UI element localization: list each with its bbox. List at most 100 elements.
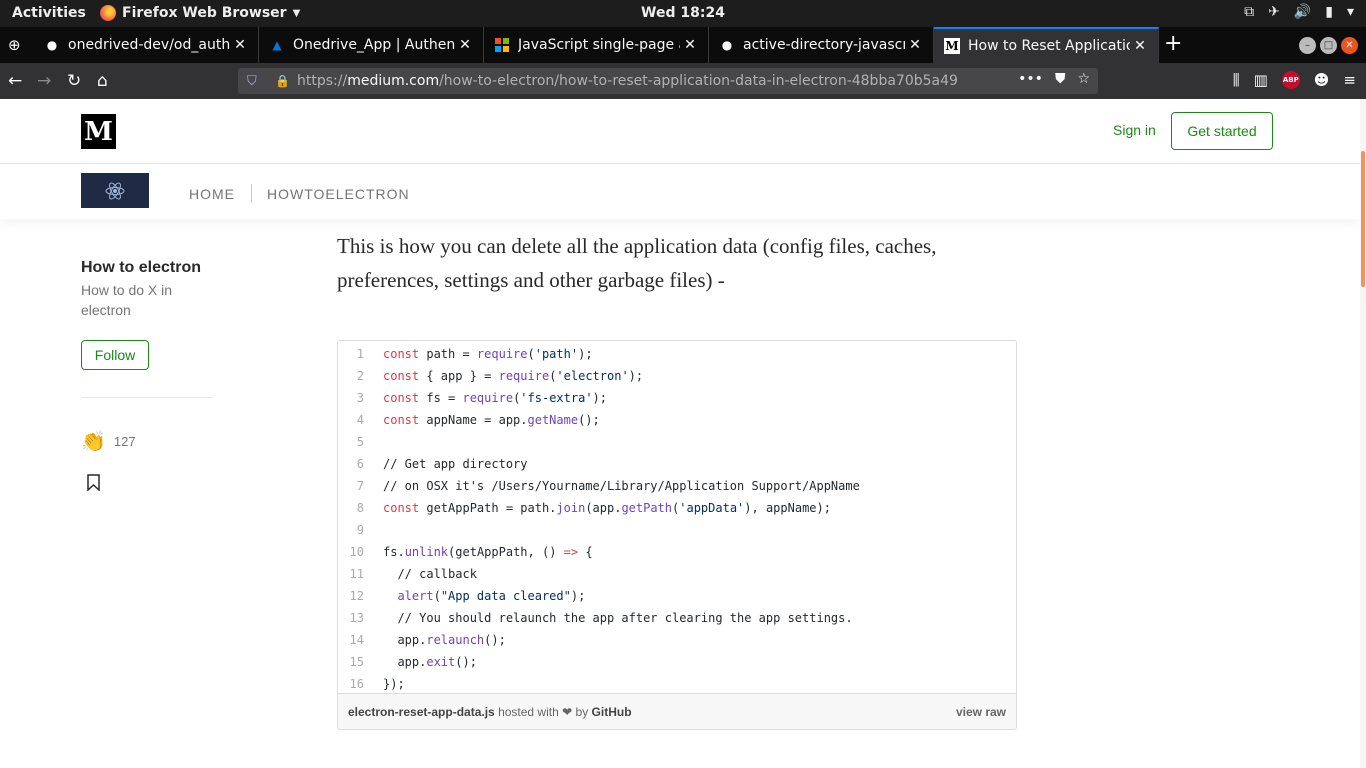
medium-header: M Sign in Get started — [0, 99, 1360, 164]
extension-avatar-icon[interactable]: ☻ — [1314, 71, 1330, 89]
firefox-icon — [100, 5, 116, 21]
follow-button[interactable]: Follow — [81, 340, 149, 370]
microsoft-icon — [494, 37, 510, 53]
code-line: 5 — [356, 435, 364, 449]
power-menu-icon[interactable]: ▾ — [1347, 4, 1354, 20]
system-tray[interactable]: ⧉ ✈ 🔊 ▮ ▾ — [1244, 4, 1354, 20]
url-bar[interactable]: ⛉ 🔒 https://medium.com/how-to-electron/h… — [238, 68, 1098, 94]
reload-button[interactable]: ↻ — [67, 71, 81, 91]
nav-divider — [251, 184, 252, 203]
close-icon[interactable]: ✕ — [455, 37, 475, 53]
sidebar-icon[interactable]: ▥ — [1254, 71, 1268, 89]
gist-by-text: by — [575, 704, 589, 719]
code-line: 4 const appName = app.getName(); — [356, 413, 600, 427]
github-link[interactable]: GitHub — [592, 705, 632, 719]
minimize-button[interactable]: – — [1299, 37, 1316, 54]
azure-icon: ▲ — [272, 38, 282, 52]
nav-howtoelectron[interactable]: HOWTOELECTRON — [267, 186, 410, 202]
get-started-button[interactable]: Get started — [1171, 112, 1273, 150]
tab-how-to-reset[interactable]: M How to Reset Application ✕ — [934, 27, 1159, 63]
gist-footer: electron-reset-app-data.js hosted with ❤… — [338, 693, 1016, 729]
code-line: 9 — [356, 523, 364, 537]
page-scrollbar[interactable] — [1360, 99, 1366, 768]
lock-icon[interactable]: 🔒 — [275, 74, 290, 88]
library-icon[interactable]: ⫼ — [1233, 71, 1240, 89]
page-actions-icon[interactable]: ••• — [1018, 71, 1043, 87]
bookmark-icon[interactable] — [87, 474, 100, 492]
close-window-button[interactable]: ✕ — [1341, 37, 1358, 54]
article-sidebar: How to electron How to do X in electron … — [81, 259, 212, 496]
tab-js-single-page[interactable]: JavaScript single-page ap ✕ — [484, 27, 709, 63]
close-icon[interactable]: ✕ — [680, 37, 700, 53]
scrollbar-thumb[interactable] — [1361, 151, 1365, 287]
pocket-icon[interactable]: ⛊ — [1055, 71, 1066, 87]
url-text[interactable]: https://medium.com/how-to-electron/how-t… — [297, 73, 958, 89]
bookmark-star-icon[interactable]: ☆ — [1077, 71, 1090, 87]
hamburger-menu-icon[interactable]: ≡ — [1343, 71, 1356, 89]
tab-title: JavaScript single-page ap — [518, 37, 680, 53]
code-line: 12 alert("App data cleared"); — [349, 589, 586, 603]
medium-icon: M — [944, 38, 960, 54]
publication-description: How to do X in electron — [81, 282, 173, 318]
close-icon[interactable]: ✕ — [905, 37, 925, 53]
tab-title: onedrived-dev/od_auth.p — [68, 37, 230, 53]
web-page: M Sign in Get started HOME HOWTOELECTRON… — [0, 99, 1366, 768]
code-line: 6// Get app directory — [356, 457, 528, 471]
volume-icon[interactable]: 🔊 — [1294, 4, 1311, 20]
publication-header: HOME HOWTOELECTRON — [0, 164, 1360, 219]
close-icon[interactable]: ✕ — [1130, 38, 1150, 54]
publication-title[interactable]: How to electron — [81, 259, 212, 277]
close-icon[interactable]: ✕ — [230, 37, 250, 53]
code-line: 10 fs.unlink(getAppPath, () => { — [349, 545, 593, 559]
forward-button[interactable]: → — [37, 71, 51, 91]
clap-icon[interactable]: 👏 — [81, 429, 106, 454]
code-line: 11 // callback — [349, 567, 477, 581]
activities-button[interactable]: Activities — [12, 5, 86, 21]
caret-down-icon: ▼ — [292, 7, 301, 19]
home-icon[interactable]: ⌂ — [97, 71, 108, 91]
code-line: 8 const getAppPath = path.join(app.getPat… — [356, 501, 831, 515]
code-line: 16}); — [349, 677, 405, 691]
code-line: 13 // You should relaunch the app after … — [349, 611, 853, 625]
battery-icon[interactable]: ▮ — [1325, 4, 1333, 20]
app-name: Firefox Web Browser — [122, 5, 287, 21]
github-gist-embed: 1 const path = require('path'); 2 const { … — [337, 340, 1017, 730]
app-menu[interactable]: Firefox Web Browser ▼ — [100, 5, 300, 21]
tab-active-directory[interactable]: ● active-directory-javascrip ✕ — [709, 27, 934, 63]
airplane-icon[interactable]: ✈ — [1268, 4, 1280, 20]
github-icon: ● — [721, 38, 733, 52]
electron-atom-icon — [105, 182, 125, 199]
tab-onedrive-app[interactable]: ▲ Onedrive_App | Authenti ✕ — [259, 27, 484, 63]
gist-hosted-text: hosted with — [498, 704, 559, 719]
nav-home[interactable]: HOME — [189, 186, 235, 202]
globe-icon[interactable]: ⊕ — [8, 36, 26, 54]
window-controls: – □ ✕ — [1299, 37, 1358, 54]
nav-toolbar: ← → ↻ ⌂ ⛉ 🔒 https://medium.com/how-to-el… — [0, 63, 1366, 99]
code-line: 15 app.exit(); — [349, 655, 477, 669]
article-paragraph: This is how you can delete all the appli… — [337, 234, 937, 292]
tab-title: How to Reset Application — [968, 38, 1130, 54]
medium-logo[interactable]: M — [81, 114, 116, 149]
gist-code: 1 const path = require('path'); 2 const { … — [338, 341, 1016, 695]
adblock-plus-icon[interactable]: ABP — [1281, 71, 1300, 89]
code-line: 2 const { app } = require('electron'); — [356, 369, 644, 383]
heart-icon: ❤ — [562, 704, 573, 719]
tab-github-od-auth[interactable]: ● onedrived-dev/od_auth.p ✕ — [34, 27, 259, 63]
publication-nav: HOME HOWTOELECTRON — [189, 184, 410, 203]
sidebar-divider — [81, 397, 212, 398]
code-line: 1 const path = require('path'); — [356, 347, 593, 361]
gist-filename-link[interactable]: electron-reset-app-data.js — [348, 705, 495, 719]
tracking-shield-icon[interactable]: ⛉ — [247, 74, 261, 89]
maximize-button[interactable]: □ — [1320, 37, 1337, 54]
back-button[interactable]: ← — [8, 71, 22, 91]
publication-logo[interactable] — [81, 173, 149, 208]
sign-in-link[interactable]: Sign in — [1113, 122, 1156, 138]
tab-title: active-directory-javascrip — [743, 37, 905, 53]
system-top-bar: Activities Firefox Web Browser ▼ Wed 18:… — [0, 0, 1366, 27]
github-icon: ● — [46, 38, 58, 52]
new-tab-button[interactable]: + — [1164, 31, 1182, 56]
code-line: 7// on OSX it's /Users/Yourname/Library/… — [356, 479, 860, 493]
view-raw-link[interactable]: view raw — [956, 705, 1006, 719]
code-line: 3 const fs = require('fs-extra'); — [356, 391, 607, 405]
network-icon[interactable]: ⧉ — [1244, 4, 1254, 20]
